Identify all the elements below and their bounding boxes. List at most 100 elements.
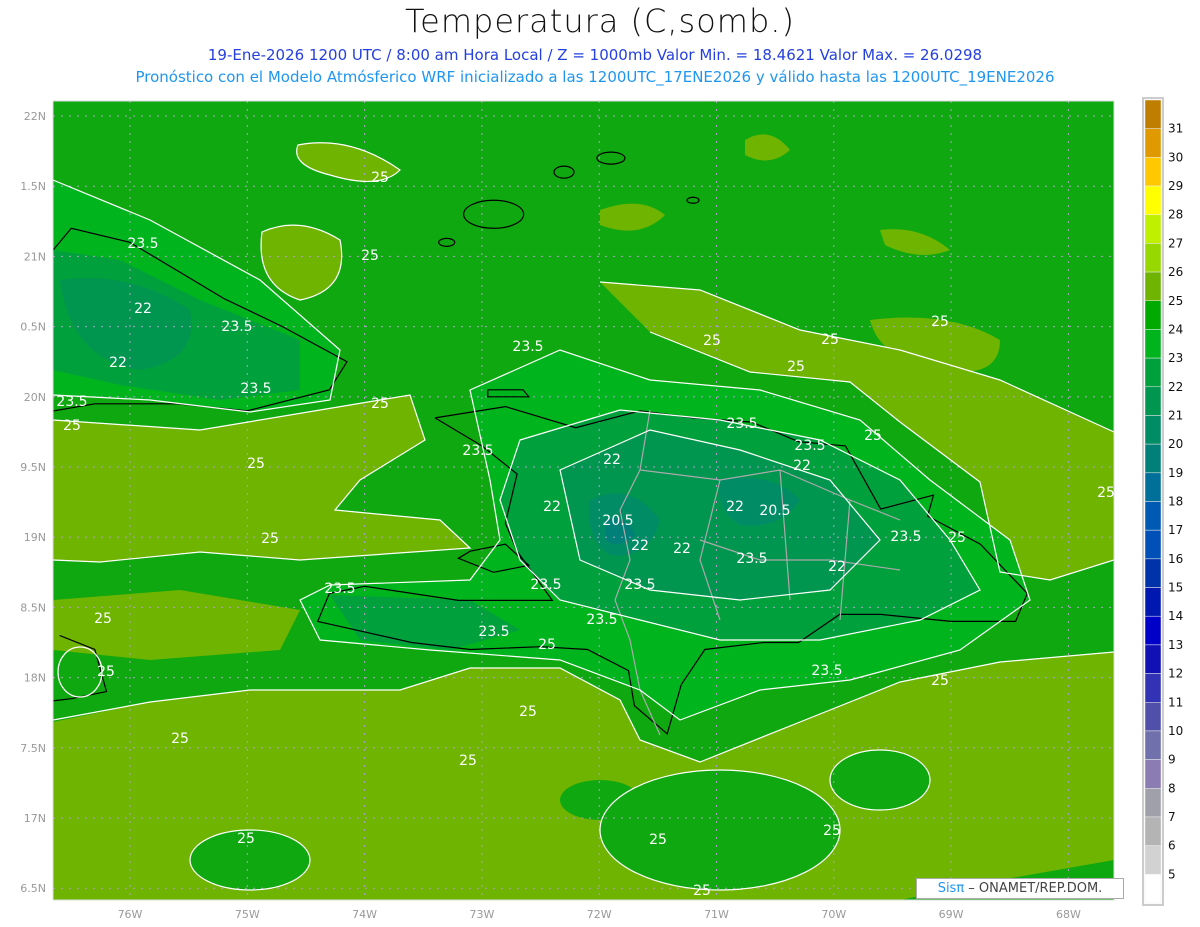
credit-box: Sisπ – ONAMET/REP.DOM. xyxy=(916,878,1124,899)
contour-label: 22 xyxy=(631,538,649,554)
contour-label: 25 xyxy=(459,753,477,769)
contour-label: 25 xyxy=(371,396,389,412)
colorbar-swatch xyxy=(1144,243,1162,273)
contour-label: 25 xyxy=(931,314,949,330)
colorbar-label: 16 xyxy=(1168,552,1183,566)
colorbar-swatch xyxy=(1144,702,1162,732)
contour-label: 20.5 xyxy=(602,513,633,529)
colorbar-label: 17 xyxy=(1168,523,1183,537)
colorbar-swatch xyxy=(1144,730,1162,760)
lat-tick-label: 8.5N xyxy=(20,601,46,614)
colorbar-label: 14 xyxy=(1168,609,1183,623)
contour-label: 25 xyxy=(649,832,667,848)
colorbar-label: 28 xyxy=(1168,208,1183,222)
lon-tick-label: 73W xyxy=(469,908,494,921)
lon-tick-label: 71W xyxy=(704,908,729,921)
lon-tick-label: 68W xyxy=(1056,908,1081,921)
colorbar-swatch xyxy=(1144,443,1162,474)
contour-label: 25 xyxy=(864,428,882,444)
lat-tick-label: 6.5N xyxy=(20,882,46,895)
colorbar-swatch xyxy=(1144,300,1162,330)
contour-label: 22 xyxy=(109,355,127,371)
contour-label: 23.5 xyxy=(478,624,509,640)
colorbar-swatch xyxy=(1144,615,1162,646)
lon-tick-label: 70W xyxy=(821,908,846,921)
contour-label: 23.5 xyxy=(736,551,767,567)
contour-label: 23.5 xyxy=(512,339,543,355)
contour-label: 23.5 xyxy=(624,577,655,593)
contour-label: 25 xyxy=(261,531,279,547)
colorbar-swatch xyxy=(1144,529,1162,560)
contour-label: 25 xyxy=(693,883,711,899)
contour-label: 22 xyxy=(726,499,744,515)
colorbar-swatch xyxy=(1144,472,1162,502)
lat-tick-label: 20N xyxy=(24,391,46,404)
contour-label: 22 xyxy=(793,458,811,474)
lon-tick-label: 75W xyxy=(235,908,260,921)
colorbar-label: 23 xyxy=(1168,351,1183,365)
map-field: 25 25 23.5 22 23.5 22 23.5 23.5 25 25 25 25 23.5 25 25… xyxy=(53,101,1115,900)
contour-label: 23.5 xyxy=(586,612,617,628)
colorbar-label: 26 xyxy=(1168,265,1183,279)
contour-label: 22 xyxy=(543,499,561,515)
colorbar-label: 9 xyxy=(1168,753,1176,767)
lon-tick-label: 76W xyxy=(118,908,143,921)
contour-label: 23.5 xyxy=(240,381,271,397)
colorbar-label: 8 xyxy=(1168,781,1176,795)
contour-label: 25 xyxy=(237,831,255,847)
map-title: Temperatura (C,somb.) xyxy=(405,2,795,40)
lat-tick-label: 21N xyxy=(24,250,46,263)
colorbar-label: 10 xyxy=(1168,724,1183,738)
contour-label: 25 xyxy=(931,673,949,689)
colorbar-label: 18 xyxy=(1168,495,1183,509)
sispi-logo: Sisπ xyxy=(937,881,965,896)
contour-label: 25 xyxy=(94,611,112,627)
lon-tick-label: 69W xyxy=(939,908,964,921)
colorbar-swatch xyxy=(1144,357,1162,388)
contour-label: 25 xyxy=(171,731,189,747)
credit-text: – ONAMET/REP.DOM. xyxy=(964,881,1103,896)
contour-label: 25 xyxy=(538,637,556,653)
colorbar-label: 25 xyxy=(1168,294,1183,308)
colorbar-label: 11 xyxy=(1168,695,1183,709)
colorbar-swatch xyxy=(1144,214,1162,244)
colorbar-label: 15 xyxy=(1168,581,1183,595)
lat-tick-label: 22N xyxy=(24,110,46,123)
lat-tick-label: 18N xyxy=(24,672,46,685)
lon-tick-label: 74W xyxy=(352,908,377,921)
colorbar-swatch xyxy=(1144,271,1162,302)
contour-label: 23.5 xyxy=(794,438,825,454)
contour-label: 22 xyxy=(828,559,846,575)
contour-label: 23.5 xyxy=(811,663,842,679)
contour-label: 23.5 xyxy=(530,577,561,593)
contour-label: 25 xyxy=(821,332,839,348)
colorbar-swatch xyxy=(1144,157,1162,187)
colorbar-label: 30 xyxy=(1168,150,1183,164)
contour-label: 25 xyxy=(519,704,537,720)
lon-tick-label: 72W xyxy=(587,908,612,921)
temperature-map: 25 25 23.5 22 23.5 22 23.5 23.5 25 25 25 25 23.5 25 25… xyxy=(20,97,1183,921)
colorbar-swatch xyxy=(1144,759,1162,789)
contour-label: 22 xyxy=(603,452,621,468)
contour-label: 20.5 xyxy=(759,503,790,519)
contour-label: 23.5 xyxy=(890,529,921,545)
colorbar-label: 6 xyxy=(1168,839,1176,853)
colorbar-label: 31 xyxy=(1168,122,1183,136)
contour-label: 25 xyxy=(948,530,966,546)
colorbar-label: 24 xyxy=(1168,322,1183,336)
contour-label: 23.5 xyxy=(127,236,158,252)
lat-tick-label: 0.5N xyxy=(20,321,46,334)
colorbar-swatch xyxy=(1144,185,1162,215)
lat-tick-label: 1.5N xyxy=(20,180,46,193)
contour-label: 23.5 xyxy=(56,394,87,410)
colorbar-swatch xyxy=(1144,874,1162,904)
colorbar-swatch xyxy=(1144,816,1162,846)
contour-label: 25 xyxy=(703,333,721,349)
contour-label: 25 xyxy=(787,359,805,375)
map-subtitle-model: Pronóstico con el Modelo Atmósferico WRF… xyxy=(135,68,1055,86)
contour-label: 22 xyxy=(134,301,152,317)
contour-label: 25 xyxy=(1097,485,1115,501)
lat-tick-label: 9.5N xyxy=(20,461,46,474)
colorbar-swatch xyxy=(1144,386,1162,416)
colorbar-swatch xyxy=(1144,501,1162,531)
